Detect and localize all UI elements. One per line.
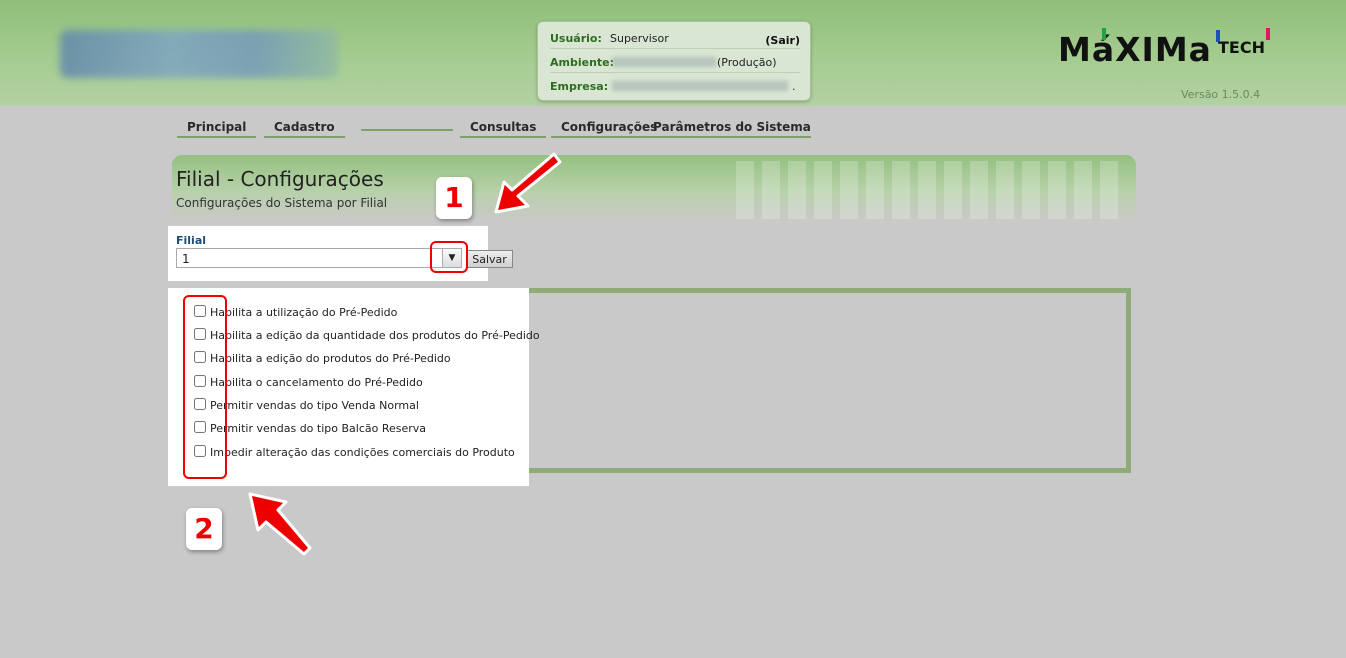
env-label: Ambiente: [550,56,615,69]
filial-selected-value: 1 [182,252,190,266]
save-button[interactable]: Salvar [466,250,513,268]
nav-cadastro[interactable]: Cadastro [264,117,345,138]
callout-highlight-dropdown [430,241,468,273]
nav-parametros[interactable]: Parâmetros do Sistema [643,117,811,138]
callout-highlight-checkboxes [183,295,227,479]
brand-bar-pink [1266,28,1270,40]
company-label: Empresa: [550,80,609,93]
brand-bar-green [1102,28,1106,40]
title-decoration [736,161,1126,219]
session-company-row: Empresa: . [550,74,800,96]
main-nav: Principal Cadastro Consultas Configuraçõ… [0,117,1346,139]
callout-number-2: 2 [186,508,222,550]
session-info-box: Usuário: Supervisor (Sair) Ambiente: (Pr… [537,21,811,101]
option-label: Habilita a utilização do Pré-Pedido [210,306,398,319]
maxima-tech-logo: MáXIMa TECH [1058,28,1278,74]
version-label: Versão 1.5.0.4 [1181,88,1261,101]
nav-consultas[interactable]: Consultas [460,117,547,138]
arrow-icon-1 [494,152,562,214]
session-user-row: Usuário: Supervisor (Sair) [550,26,800,49]
brand-suffix: TECH [1218,38,1265,57]
filial-label: Filial [176,234,207,247]
filial-select[interactable]: 1 ▼ [176,248,462,268]
app-header: Usuário: Supervisor (Sair) Ambiente: (Pr… [0,0,1346,106]
option-label: Habilita a edição do produtos do Pré-Ped… [210,352,451,365]
company-value-blurred [612,81,788,91]
nav-principal[interactable]: Principal [177,117,257,138]
company-suffix: . [792,80,796,93]
page-title: Filial - Configurações [176,167,384,191]
callout-number-1: 1 [436,177,472,219]
option-label: Impedir alteração das condições comercia… [210,446,515,459]
company-logo-blurred [60,30,338,78]
option-label: Habilita o cancelamento do Pré-Pedido [210,376,423,389]
page-subtitle: Configurações do Sistema por Filial [176,196,388,210]
session-env-row: Ambiente: (Produção) [550,50,800,73]
arrow-icon-2 [248,492,312,556]
user-label: Usuário: [550,32,602,45]
nav-divider [361,129,453,131]
env-value-blurred [612,57,716,67]
brand-bar-blue [1216,30,1220,42]
nav-configuracoes[interactable]: Configurações [551,117,658,138]
brand-name: MáXIMa [1058,30,1212,69]
option-label: Habilita a edição da quantidade dos prod… [210,329,540,342]
option-label: Permitir vendas do tipo Balcão Reserva [210,422,427,435]
logout-link[interactable]: (Sair) [765,34,800,47]
env-suffix: (Produção) [717,56,777,69]
user-value: Supervisor [610,32,669,45]
option-label: Permitir vendas do tipo Venda Normal [210,399,419,412]
